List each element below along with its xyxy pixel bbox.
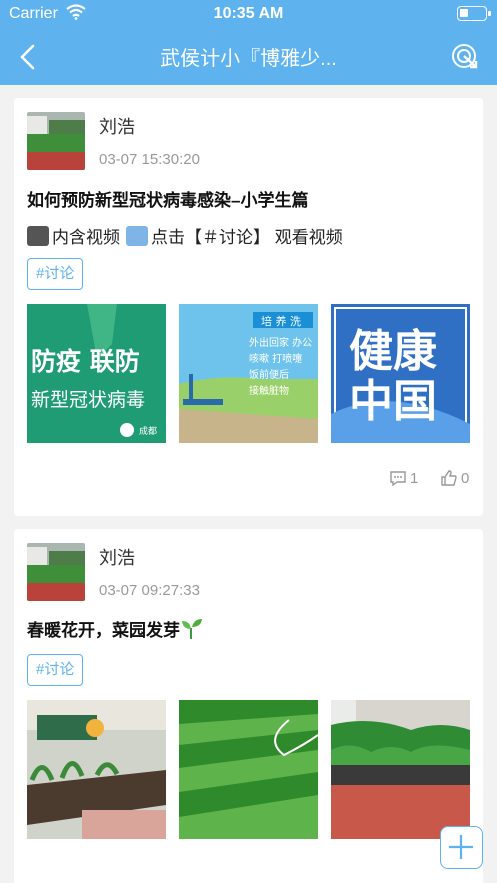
- page-title: 武侯计小『博雅少...: [160, 48, 337, 70]
- share-button[interactable]: [449, 41, 479, 71]
- post-image[interactable]: [179, 700, 318, 839]
- image-text: 健康: [349, 326, 437, 377]
- like-count[interactable]: 0: [440, 470, 469, 487]
- author-name[interactable]: 刘浩: [99, 544, 135, 570]
- post-text-part: 点击【＃讨论】 观看视频: [151, 228, 343, 247]
- image-text: 成都: [139, 425, 157, 437]
- seedling-icon: [182, 618, 202, 639]
- author-name[interactable]: 刘浩: [99, 113, 135, 139]
- comment-icon: [390, 471, 406, 487]
- post-title[interactable]: 如何预防新型冠状病毒感染–小学生篇: [27, 186, 308, 211]
- image-text: 接触脏物: [249, 384, 289, 397]
- post-image[interactable]: 培 养 洗 外出回家 办公 咳嗽 打喷嚏 饭前便后 接触脏物: [179, 304, 318, 443]
- back-button[interactable]: [14, 42, 44, 72]
- plus-icon: [449, 835, 473, 859]
- post-time: 03-07 09:27:33: [99, 582, 200, 599]
- status-bar: Carrier 10:35 AM: [0, 0, 497, 28]
- nav-bar: 武侯计小『博雅少...: [0, 28, 497, 85]
- post-feed[interactable]: 刘浩 03-07 15:30:20 如何预防新型冠状病毒感染–小学生篇 内含视频…: [0, 85, 497, 883]
- image-text: 咳嗽 打喷嚏: [249, 352, 302, 365]
- avatar[interactable]: [27, 112, 85, 170]
- post-card[interactable]: 刘浩 03-07 09:27:33 春暖花开，菜园发芽 #讨论: [14, 529, 483, 883]
- thumbs-up-icon: [441, 470, 457, 486]
- post-text-part: 内含视频: [52, 228, 120, 247]
- post-image[interactable]: 健康 中国: [331, 304, 470, 443]
- comment-count-value: 1: [410, 470, 419, 487]
- image-text: 培 养 洗: [261, 314, 301, 328]
- image-text: 外出回家 办公: [249, 336, 312, 349]
- post-title-text: 春暖花开，菜园发芽: [27, 621, 180, 640]
- like-count-value: 0: [461, 470, 470, 487]
- video-camera-icon: [27, 225, 49, 246]
- arrow-down-left-icon: [126, 225, 148, 246]
- avatar[interactable]: [27, 543, 85, 601]
- image-text: 新型冠状病毒: [31, 389, 145, 411]
- post-image[interactable]: 防疫 联防 新型冠状病毒 成都: [27, 304, 166, 443]
- post-title[interactable]: 春暖花开，菜园发芽: [27, 616, 204, 641]
- battery-icon: [457, 6, 491, 21]
- image-text: 饭前便后: [249, 368, 289, 381]
- post-image[interactable]: [27, 700, 166, 839]
- topic-tag[interactable]: #讨论: [27, 654, 84, 686]
- image-text: 防疫 联防: [31, 347, 140, 376]
- clock: 10:35 AM: [213, 5, 284, 22]
- post-text[interactable]: 内含视频 点击【＃讨论】 观看视频: [27, 223, 343, 248]
- topic-tag[interactable]: #讨论: [27, 258, 84, 290]
- post-time: 03-07 15:30:20: [99, 151, 200, 168]
- post-image[interactable]: [331, 700, 470, 839]
- comment-count[interactable]: 1: [389, 470, 418, 487]
- new-post-button[interactable]: [440, 826, 483, 869]
- image-text: 中国: [349, 376, 437, 427]
- post-card[interactable]: 刘浩 03-07 15:30:20 如何预防新型冠状病毒感染–小学生篇 内含视频…: [14, 98, 483, 516]
